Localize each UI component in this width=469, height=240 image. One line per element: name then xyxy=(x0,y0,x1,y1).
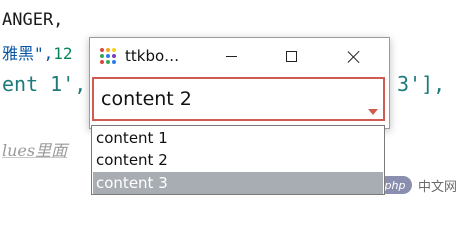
window-title: ttkbo… xyxy=(125,47,180,65)
ttkbootstrap-window: ttkbo… content 2 xyxy=(89,37,390,129)
maximize-button[interactable] xyxy=(268,38,314,75)
title-bar[interactable]: ttkbo… xyxy=(90,38,389,75)
watermark-text: 中文网 xyxy=(418,179,458,195)
chevron-down-icon[interactable] xyxy=(368,109,378,115)
maximize-icon xyxy=(285,51,297,62)
code-line-4: lues里面 xyxy=(2,141,68,160)
minimize-button[interactable] xyxy=(208,38,254,75)
close-icon xyxy=(347,50,361,64)
combobox[interactable]: content 2 xyxy=(92,77,385,121)
minimize-icon xyxy=(225,56,237,57)
app-icon xyxy=(100,48,117,65)
list-option-1[interactable]: content 1 xyxy=(93,127,383,149)
code-line-3-right: 3'], xyxy=(397,72,446,96)
code-line-2-number: 12 xyxy=(53,44,73,63)
code-line-2-text: 雅黑", xyxy=(2,44,54,63)
list-option-2[interactable]: content 2 xyxy=(93,149,383,171)
close-button[interactable] xyxy=(331,38,377,75)
code-line-1: ANGER, xyxy=(2,10,64,30)
code-line-2: 雅黑",12 xyxy=(2,40,73,64)
combobox-value: content 2 xyxy=(101,88,192,110)
watermark: php 中文网 xyxy=(378,176,458,195)
code-line-3-left: ent 1', xyxy=(2,72,87,96)
list-option-3-highlighted[interactable]: content 3 xyxy=(93,172,383,194)
combobox-dropdown-list: content 1 content 2 content 3 xyxy=(91,125,385,195)
